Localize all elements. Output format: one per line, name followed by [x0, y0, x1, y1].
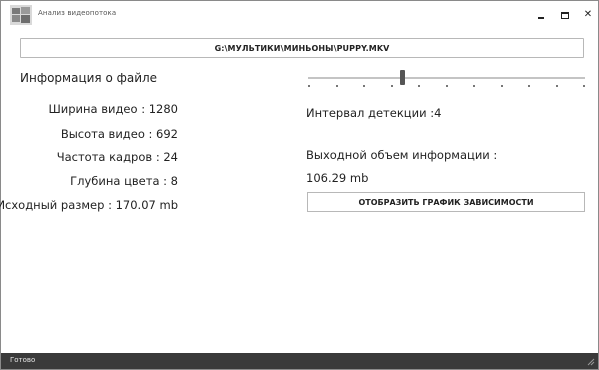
window-title: Анализ видеопотока [38, 9, 117, 17]
slider-tick [363, 85, 365, 87]
output-size-label: Выходной объем информации : [306, 148, 498, 162]
maximize-icon [561, 11, 569, 19]
maximize-button[interactable] [555, 5, 575, 25]
close-button[interactable]: ✕ [578, 5, 598, 25]
resize-grip-icon[interactable] [585, 356, 595, 366]
detection-interval-label: Интервал детекции :4 [306, 106, 442, 120]
slider-tick [473, 85, 475, 87]
slider-thumb[interactable] [400, 70, 405, 85]
video-width-row: Ширина видео : 1280 [48, 102, 178, 116]
video-height-row: Высота видео : 692 [60, 127, 178, 141]
color-depth-row: Глубина цвета : 8 [70, 174, 178, 188]
slider-tick [556, 85, 558, 87]
minimize-button[interactable] [531, 5, 551, 25]
status-text: Готово [10, 356, 36, 364]
app-windows-icon [10, 5, 32, 25]
frame-rate-row: Частота кадров : 24 [56, 150, 178, 164]
slider-tick [308, 85, 310, 87]
title-bar[interactable]: Анализ видеопотока ✕ [1, 1, 598, 31]
show-plot-button[interactable]: ОТОБРАЗИТЬ ГРАФИК ЗАВИСИМОСТИ [307, 192, 585, 212]
file-info-heading: Информация о файле [20, 71, 158, 85]
minimize-icon [538, 17, 544, 19]
slider-tick [336, 85, 338, 87]
slider-tick [501, 85, 503, 87]
detection-interval-slider[interactable] [308, 67, 585, 91]
slider-tick [391, 85, 393, 87]
close-icon: ✕ [583, 9, 593, 20]
file-path-field[interactable]: G:\МУЛЬТИКИ\МИНЬОНЫ\PUPPY.MKV [20, 38, 584, 58]
slider-tick [528, 85, 530, 87]
slider-tick [418, 85, 420, 87]
slider-tick [446, 85, 448, 87]
slider-tick [583, 85, 585, 87]
main-window: Анализ видеопотока ✕ G:\МУЛЬТИКИ\МИНЬОНЫ… [0, 0, 599, 370]
slider-track[interactable] [308, 77, 585, 79]
output-size-value: 106.29 mb [306, 171, 369, 185]
status-bar: Готово [1, 353, 598, 369]
source-size-row: Исходный размер : 170.07 mb [0, 198, 178, 212]
